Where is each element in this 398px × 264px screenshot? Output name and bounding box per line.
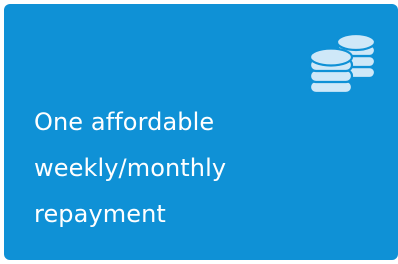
repayment-feature-card: One affordable weekly/monthly repayment [4, 4, 398, 260]
card-text-line-1: One affordable [34, 108, 215, 136]
card-text-line-2: weekly/monthly [34, 154, 227, 182]
card-text-line-3: repayment [34, 200, 166, 228]
coins-stack-icon [308, 32, 377, 95]
card-description: One affordable weekly/monthly repayment [34, 99, 364, 237]
